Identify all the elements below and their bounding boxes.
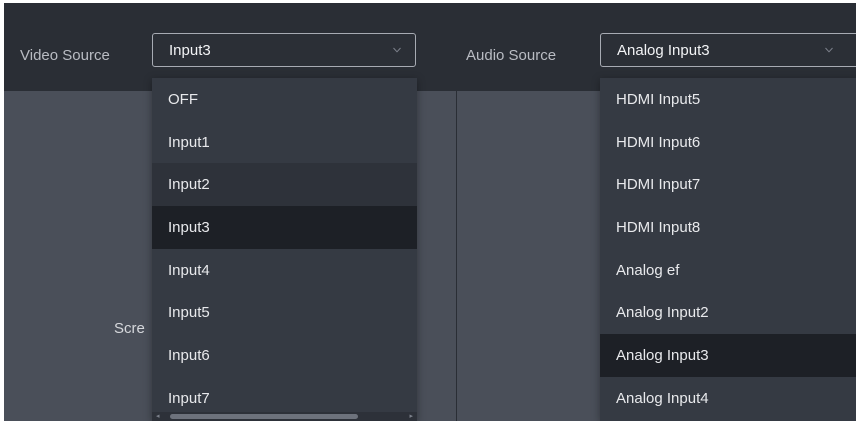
audio-source-option[interactable]: HDMI Input7 [600,163,856,206]
audio-source-option[interactable]: Analog Input4 [600,377,856,420]
video-source-label: Video Source [20,47,110,64]
video-source-select[interactable]: Input3 [152,33,416,67]
dropdown-horizontal-scrollbar[interactable]: ◂ ▸ [152,412,417,421]
screen-label: Scre [114,320,145,337]
video-source-dropdown[interactable]: OFF Input1 Input2 Input3 Input4 Input5 Input6 I… [152,78,417,421]
audio-source-label: Audio Source [466,47,557,64]
video-source-option[interactable]: Input3 [152,206,417,249]
audio-source-option[interactable]: Analog Input3 [600,334,856,377]
audio-options-list: HDMI Input5 HDMI Input6 HDMI Input7 HDMI In… [600,78,856,420]
audio-source-select[interactable]: Analog Input3 [600,33,856,67]
video-options-list: OFF Input1 Input2 Input3 Input4 Input5 Input6 I… [152,78,417,420]
video-source-option[interactable]: Input2 [152,163,417,207]
app-frame: Video Source Input3 Audio Source Analog … [4,3,856,421]
scrollbar-thumb[interactable] [170,414,358,419]
audio-source-dropdown[interactable]: HDMI Input5 HDMI Input6 HDMI Input7 HDMI In… [600,78,856,421]
audio-source-option[interactable]: HDMI Input5 [600,78,856,121]
audio-source-value: Analog Input3 [617,42,710,59]
video-source-value: Input3 [169,42,211,59]
video-source-option[interactable]: Input5 [152,291,417,334]
audio-source-option[interactable]: Analog Input2 [600,291,856,334]
video-source-option[interactable]: Input6 [152,334,417,377]
scroll-right-arrow-icon[interactable]: ▸ [409,412,413,421]
audio-source-option[interactable]: HDMI Input6 [600,121,856,164]
audio-source-option[interactable]: Analog ef [600,249,856,292]
video-source-option[interactable]: Input1 [152,121,417,164]
video-source-option[interactable]: OFF [152,78,417,121]
audio-source-option[interactable]: HDMI Input8 [600,206,856,249]
video-source-option[interactable]: Input4 [152,249,417,292]
chevron-down-icon [825,47,833,53]
chevron-down-icon [393,47,401,53]
scroll-left-arrow-icon[interactable]: ◂ [156,412,160,421]
